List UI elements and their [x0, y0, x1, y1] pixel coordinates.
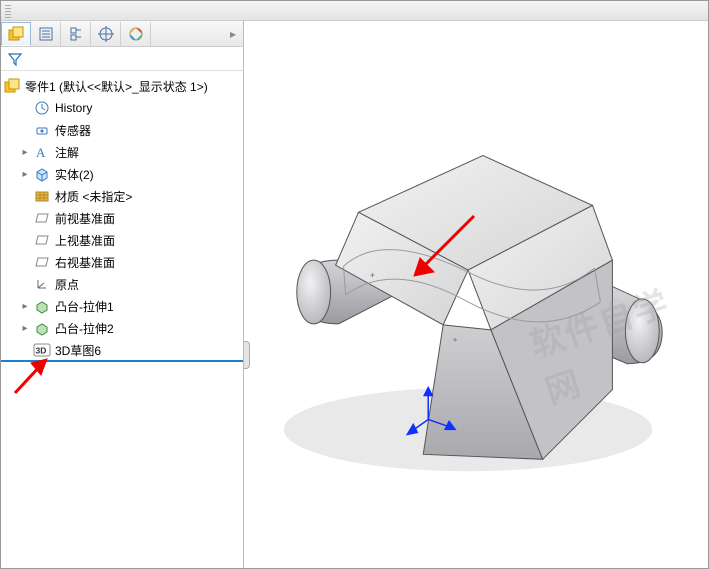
tree-label: History	[55, 101, 92, 115]
tree-item-extrude2[interactable]: ▸ 凸台-拉伸2	[1, 317, 243, 339]
tab-dimxpert[interactable]	[91, 22, 121, 46]
tree-label: 右视基准面	[55, 254, 115, 271]
grip-icon	[5, 4, 11, 18]
tree-label: 实体(2)	[55, 166, 94, 183]
tree-item-solids[interactable]: ▸ 实体(2)	[1, 163, 243, 185]
tree-label: 注解	[55, 144, 79, 161]
tree-label: 前视基准面	[55, 210, 115, 227]
origin-icon	[33, 275, 51, 293]
property-icon	[38, 26, 54, 42]
graphics-viewport[interactable]: 软件自学网	[244, 21, 708, 568]
tree-label: 零件1 (默认<<默认>_显示状态 1>)	[25, 78, 208, 95]
tree-item-extrude1[interactable]: ▸ 凸台-拉伸1	[1, 295, 243, 317]
plane-icon	[33, 209, 51, 227]
tree-label: 原点	[55, 276, 79, 293]
model-view	[244, 21, 708, 568]
tree-item-history[interactable]: ▸ History	[1, 97, 243, 119]
annotation-icon: A	[33, 143, 51, 161]
part-icon	[7, 25, 25, 43]
tree-label: 传感器	[55, 122, 91, 139]
tree-label: 上视基准面	[55, 232, 115, 249]
expand-icon[interactable]: ▸	[19, 146, 31, 158]
expand-icon[interactable]: ▸	[19, 300, 31, 312]
svg-text:A: A	[36, 145, 46, 160]
sensor-icon	[33, 121, 51, 139]
extrude-icon	[33, 319, 51, 337]
material-icon	[33, 187, 51, 205]
plane-icon	[33, 253, 51, 271]
extrude-icon	[33, 297, 51, 315]
part-icon	[3, 77, 21, 95]
tree-item-annotations[interactable]: ▸ A 注解	[1, 141, 243, 163]
tree-item-top-plane[interactable]: ▸ 上视基准面	[1, 229, 243, 251]
tabs-overflow-right[interactable]: ▸	[223, 27, 243, 41]
tab-config-manager[interactable]	[61, 22, 91, 46]
annotation-arrow-icon	[404, 206, 484, 286]
appearance-icon	[128, 26, 144, 42]
config-icon	[68, 26, 84, 42]
tree-root[interactable]: 零件1 (默认<<默认>_显示状态 1>)	[1, 75, 243, 97]
tab-display-manager[interactable]	[121, 22, 151, 46]
tree-item-right-plane[interactable]: ▸ 右视基准面	[1, 251, 243, 273]
filter-bar	[1, 47, 243, 71]
tree-label: 材质 <未指定>	[55, 188, 132, 205]
expand-icon[interactable]: ▸	[19, 168, 31, 180]
history-icon	[33, 99, 51, 117]
tree-label: 凸台-拉伸2	[55, 320, 114, 337]
feature-tree-panel: ▸ 零件1 (默认<<默认>_显示状态 1>) ▸ History	[1, 21, 244, 568]
tree-item-origin[interactable]: ▸ 原点	[1, 273, 243, 295]
solid-icon	[33, 165, 51, 183]
tab-property-manager[interactable]	[31, 22, 61, 46]
tree-label: 3D草图6	[55, 342, 101, 359]
panel-splitter[interactable]	[244, 341, 250, 369]
annotation-arrow-icon	[7, 351, 57, 401]
manager-tabs: ▸	[1, 21, 243, 47]
tab-feature-manager[interactable]	[1, 22, 31, 46]
target-icon	[98, 26, 114, 42]
feature-tree[interactable]: 零件1 (默认<<默认>_显示状态 1>) ▸ History ▸ 传感器 ▸	[1, 71, 243, 568]
tree-item-material[interactable]: ▸ 材质 <未指定>	[1, 185, 243, 207]
tree-label: 凸台-拉伸1	[55, 298, 114, 315]
tree-item-sensors[interactable]: ▸ 传感器	[1, 119, 243, 141]
plane-icon	[33, 231, 51, 249]
title-bar	[1, 1, 708, 21]
expand-icon[interactable]: ▸	[19, 322, 31, 334]
tree-item-front-plane[interactable]: ▸ 前视基准面	[1, 207, 243, 229]
filter-icon[interactable]	[7, 51, 23, 67]
